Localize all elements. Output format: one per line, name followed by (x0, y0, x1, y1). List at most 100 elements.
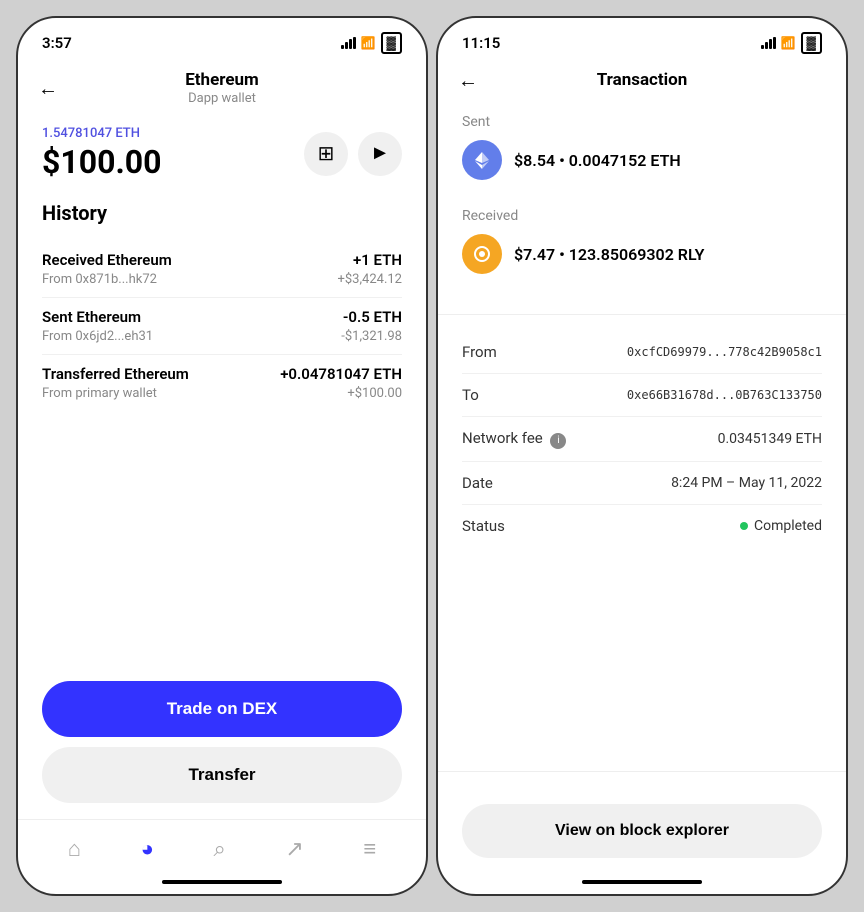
phone-wallet: 3:57 📶 ▓ ← Ethereum Dapp wallet (16, 16, 428, 896)
balance-eth: 1.54781047 ETH (42, 126, 161, 141)
time-1: 3:57 (42, 34, 72, 52)
bottom-nav: ⌂ ◕ ⌕ ↗ ≡ (18, 819, 426, 874)
received-token-row: $7.47 • 123.85069302 RLY (462, 234, 822, 274)
balance-actions: ⊞ ► (304, 132, 402, 176)
tx-usd-1: -$1,321.98 (341, 329, 402, 344)
status-bar-2: 11:15 📶 ▓ (438, 18, 846, 62)
green-dot (740, 522, 748, 530)
tx-amount-group-0: +1 ETH +$3,424.12 (337, 251, 402, 287)
received-amount: $7.47 • 123.85069302 RLY (514, 245, 704, 264)
trade-dex-button[interactable]: Trade on DEX (42, 681, 402, 737)
from-label: From (462, 343, 497, 361)
bottom-actions: Trade on DEX Transfer (18, 665, 426, 819)
wallet-subtitle: Dapp wallet (185, 91, 259, 106)
header-title-group: Ethereum Dapp wallet (185, 70, 259, 106)
qr-icon: ⊞ (318, 141, 335, 166)
home-indicator-2 (438, 874, 846, 894)
qr-button[interactable]: ⊞ (304, 132, 348, 176)
battery-icon-2: ▓ (801, 32, 822, 54)
section-divider (438, 314, 846, 315)
received-label: Received (462, 208, 822, 224)
to-value: 0xe66B31678d...0B763C133750 (627, 388, 822, 402)
balance-left: 1.54781047 ETH $100.00 (42, 126, 161, 181)
tx-header-title: Transaction (597, 70, 688, 90)
search-icon: ⌕ (213, 837, 225, 862)
view-explorer-button[interactable]: View on block explorer (462, 804, 822, 858)
wallet-header: ← Ethereum Dapp wallet (18, 62, 426, 114)
nav-portfolio[interactable]: ◕ (129, 832, 166, 866)
nav-search[interactable]: ⌕ (201, 833, 237, 866)
bottom-divider (438, 771, 846, 772)
tx-usd-2: +$100.00 (280, 386, 402, 401)
back-button[interactable]: ← (38, 76, 58, 101)
battery-icon: ▓ (381, 32, 402, 54)
home-bar-2 (582, 880, 702, 884)
status-value: Completed (740, 518, 822, 534)
info-icon[interactable]: i (550, 433, 566, 449)
tx-left-2: Transferred Ethereum From primary wallet (42, 365, 189, 401)
tx-header-title-group: Transaction (597, 70, 688, 90)
tx-amount-group-2: +0.04781047 ETH +$100.00 (280, 365, 402, 401)
tx-item-0[interactable]: Received Ethereum From 0x871b...hk72 +1 … (42, 241, 402, 298)
back-button-2[interactable]: ← (458, 68, 478, 93)
history-section: History Received Ethereum From 0x871b...… (18, 193, 426, 665)
sent-section: Sent $8.54 • 0.0047152 ETH (438, 98, 846, 204)
balance-section: 1.54781047 ETH $100.00 ⊞ ► (18, 114, 426, 193)
balance-usd: $100.00 (42, 143, 161, 181)
trending-icon: ↗ (285, 837, 303, 862)
send-button[interactable]: ► (358, 132, 402, 176)
tx-label-1: Sent Ethereum (42, 308, 153, 326)
detail-fee: Network fee i 0.03451349 ETH (462, 417, 822, 462)
status-bar-1: 3:57 📶 ▓ (18, 18, 426, 62)
tx-label-0: Received Ethereum (42, 251, 172, 269)
date-label: Date (462, 474, 493, 492)
tx-amount-0: +1 ETH (337, 251, 402, 269)
tx-address-0: From 0x871b...hk72 (42, 272, 172, 287)
fee-value: 0.03451349 ETH (718, 431, 822, 447)
home-bar-1 (162, 880, 282, 884)
tx-amount-1: -0.5 ETH (341, 308, 402, 326)
wallet-title: Ethereum (185, 70, 259, 90)
history-title: History (42, 201, 402, 225)
phone-transaction: 11:15 📶 ▓ ← Transaction Sent (436, 16, 848, 896)
detail-to: To 0xe66B31678d...0B763C133750 (462, 374, 822, 417)
tx-left-0: Received Ethereum From 0x871b...hk72 (42, 251, 172, 287)
tx-address-1: From 0x6jd2...eh31 (42, 329, 153, 344)
pie-chart-icon: ◕ (141, 836, 154, 862)
wifi-icon-2: 📶 (781, 36, 796, 50)
eth-icon (462, 140, 502, 180)
date-value: 8:24 PM – May 11, 2022 (671, 475, 822, 491)
tx-item-2[interactable]: Transferred Ethereum From primary wallet… (42, 355, 402, 411)
nav-trending[interactable]: ↗ (273, 833, 315, 866)
tx-header: ← Transaction (438, 62, 846, 98)
detail-date: Date 8:24 PM – May 11, 2022 (462, 462, 822, 505)
tx-item-1[interactable]: Sent Ethereum From 0x6jd2...eh31 -0.5 ET… (42, 298, 402, 355)
send-icon: ► (370, 142, 390, 165)
tx-left-1: Sent Ethereum From 0x6jd2...eh31 (42, 308, 153, 344)
nav-menu[interactable]: ≡ (351, 832, 388, 866)
tx-address-2: From primary wallet (42, 386, 189, 401)
time-2: 11:15 (462, 34, 500, 52)
signal-icon (341, 37, 356, 49)
tx-usd-0: +$3,424.12 (337, 272, 402, 287)
sent-amount: $8.54 • 0.0047152 ETH (514, 151, 681, 170)
menu-icon: ≡ (363, 836, 376, 862)
tx-label-2: Transferred Ethereum (42, 365, 189, 383)
status-icons-1: 📶 ▓ (341, 32, 402, 54)
signal-icon-2 (761, 37, 776, 49)
home-indicator-1 (18, 874, 426, 894)
to-label: To (462, 386, 479, 404)
wifi-icon: 📶 (361, 36, 376, 50)
sent-token-row: $8.54 • 0.0047152 ETH (462, 140, 822, 180)
detail-status: Status Completed (462, 505, 822, 547)
received-section: Received $7.47 • 123.85069302 RLY (438, 204, 846, 298)
status-label: Status (462, 517, 505, 535)
detail-from: From 0xcfCD69979...778c42B9058c1 (462, 331, 822, 374)
tx-amount-group-1: -0.5 ETH -$1,321.98 (341, 308, 402, 344)
home-icon: ⌂ (68, 836, 81, 862)
fee-label: Network fee i (462, 429, 566, 449)
transfer-button[interactable]: Transfer (42, 747, 402, 803)
nav-home[interactable]: ⌂ (56, 832, 93, 866)
details-section: From 0xcfCD69979...778c42B9058c1 To 0xe6… (438, 331, 846, 547)
status-icons-2: 📶 ▓ (761, 32, 822, 54)
